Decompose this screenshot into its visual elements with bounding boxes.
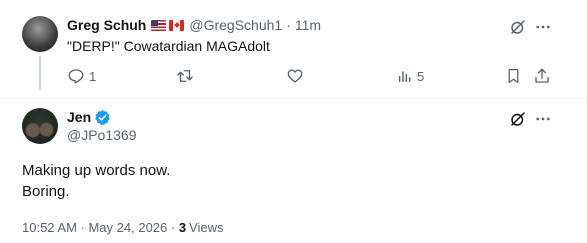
- tweet-text: Making up words now. Boring.: [22, 160, 170, 202]
- more-options-icon[interactable]: [533, 17, 553, 37]
- reply-text: "DERP!" Cowatardian MAGAdolt: [67, 38, 270, 54]
- author-name[interactable]: Greg Schuh: [67, 17, 146, 33]
- like-button[interactable]: [286, 67, 308, 85]
- tweet-text-line: Making up words now.: [22, 162, 171, 179]
- reply-header: Greg Schuh @GregSchuh1 · 11m: [67, 16, 321, 34]
- thread-connector-line: [39, 56, 41, 90]
- retweet-button[interactable]: [175, 67, 199, 85]
- author-handle[interactable]: @JPo1369: [67, 127, 136, 143]
- author-name[interactable]: Jen: [67, 109, 91, 125]
- main-tweet-header: Jen: [67, 108, 111, 126]
- bookmark-icon[interactable]: [504, 67, 522, 85]
- flag-emojis: [151, 19, 185, 31]
- separator-dot: ·: [286, 17, 291, 33]
- views-count: 3: [178, 220, 187, 235]
- heart-icon: [287, 69, 303, 83]
- reply-count: 1: [89, 68, 97, 84]
- views-count: 5: [417, 68, 425, 84]
- retweet-icon: [177, 70, 193, 82]
- author-handle[interactable]: @GregSchuh1: [189, 17, 282, 33]
- reply-button[interactable]: 1: [67, 67, 96, 85]
- grok-icon[interactable]: [508, 109, 528, 129]
- divider: [0, 98, 587, 99]
- avatar[interactable]: [22, 16, 58, 52]
- tweet-metadata: 10:52 AM · May 24, 2026 · 3 Views: [22, 220, 224, 235]
- analytics-icon: [398, 71, 411, 83]
- tweet-text-line: Boring.: [22, 183, 70, 200]
- grok-icon[interactable]: [508, 17, 528, 37]
- share-icon[interactable]: [533, 67, 551, 85]
- timestamp[interactable]: 10:52 AM · May 24, 2026 ·: [22, 220, 179, 235]
- verified-badge-icon: [94, 109, 111, 126]
- canada-flag-icon: [169, 19, 185, 31]
- avatar[interactable]: [22, 108, 58, 144]
- more-options-icon[interactable]: [533, 109, 553, 129]
- views-button[interactable]: 5: [397, 67, 424, 85]
- us-flag-icon: [151, 19, 167, 31]
- reply-icon: [68, 69, 84, 84]
- post-time[interactable]: 11m: [295, 17, 321, 33]
- views-label: Views: [189, 220, 224, 235]
